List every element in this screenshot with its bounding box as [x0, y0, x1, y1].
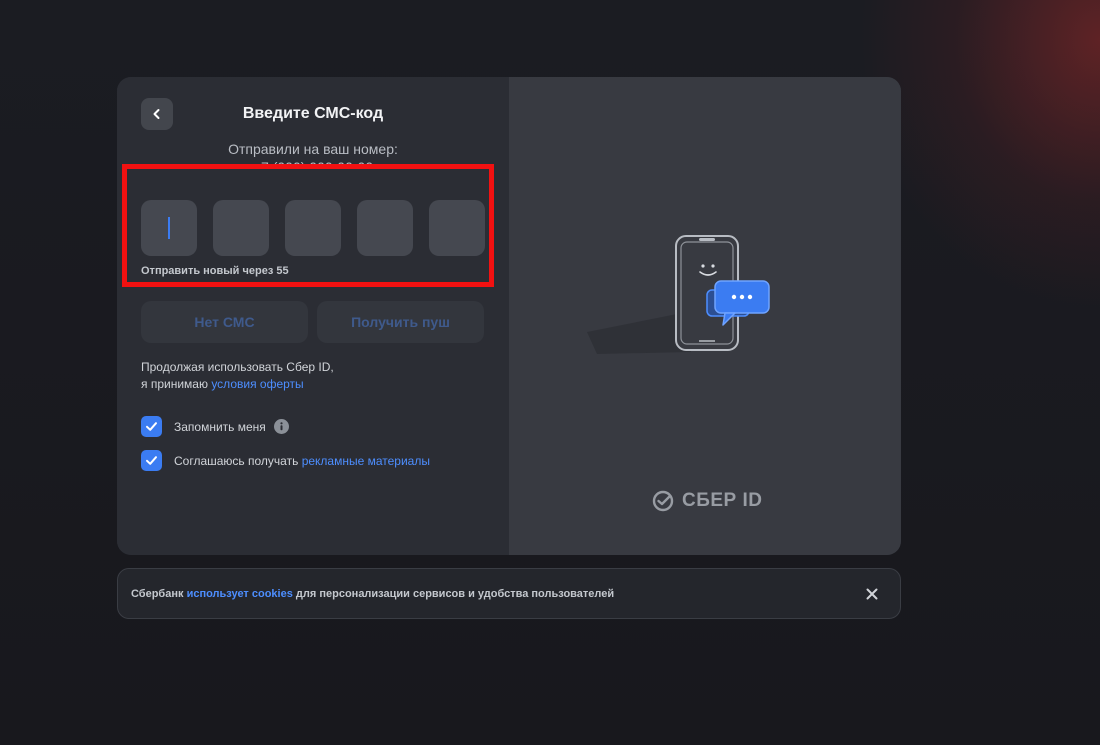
page-title: Введите СМС-код [242, 105, 384, 122]
cookie-prefix: Сбербанк [131, 587, 184, 600]
info-icon[interactable] [273, 419, 289, 434]
cookies-link[interactable]: использует cookies [187, 588, 293, 600]
sber-id-logo: СБЕР ID [652, 490, 763, 512]
sber-check-icon [652, 490, 674, 512]
checkmark-icon [146, 422, 157, 431]
offer-terms-link[interactable]: условия оферты [211, 377, 303, 391]
terms-text: Продолжая использовать Сбер ID, я приним… [141, 359, 334, 393]
sms-code-inputs [141, 200, 485, 256]
terms-line-1: Продолжая использовать Сбер ID, [141, 360, 334, 374]
code-digit-1[interactable] [141, 200, 197, 256]
remember-me-label: Запомнить меня [174, 419, 266, 434]
no-sms-button[interactable]: Нет СМС [141, 301, 308, 343]
ads-consent-row: Соглашаюсь получать рекламные материалы [141, 450, 430, 471]
sms-code-dialog: Введите СМС-код Отправили на ваш номер: … [117, 77, 901, 555]
form-panel: Введите СМС-код Отправили на ваш номер: … [117, 77, 509, 555]
remember-me-row: Запомнить меня [141, 416, 289, 437]
code-digit-4[interactable] [357, 200, 413, 256]
terms-line-2: я принимаю условия оферты [141, 376, 334, 393]
terms-prefix: я принимаю [141, 377, 208, 391]
get-push-button[interactable]: Получить пуш [317, 301, 484, 343]
phone-message-illustration [587, 235, 770, 354]
ads-materials-link[interactable]: рекламные материалы [302, 454, 430, 468]
close-icon [866, 588, 878, 600]
code-digit-5[interactable] [429, 200, 485, 256]
cookie-banner: Сбербанк использует cookies для персонал… [117, 568, 901, 619]
ads-consent-checkbox[interactable] [141, 450, 162, 471]
checkmark-icon [146, 456, 157, 465]
code-digit-2[interactable] [213, 200, 269, 256]
illustration-panel: СБЕР ID [509, 77, 901, 555]
cookie-suffix: для персонализации сервисов и удобства п… [295, 587, 615, 600]
resend-timer: Отправить новый через 55 [141, 265, 289, 277]
code-digit-3[interactable] [285, 200, 341, 256]
sent-to-label: Отправили на ваш номер: [228, 141, 398, 157]
phone-number: +7 (000) 000-00-00 [252, 159, 374, 169]
ads-consent-label: Соглашаюсь получать [174, 453, 299, 468]
info-glyph [280, 422, 283, 431]
close-button[interactable] [862, 584, 882, 604]
remember-me-checkbox[interactable] [141, 416, 162, 437]
brand-name: СБЕР ID [682, 490, 763, 511]
